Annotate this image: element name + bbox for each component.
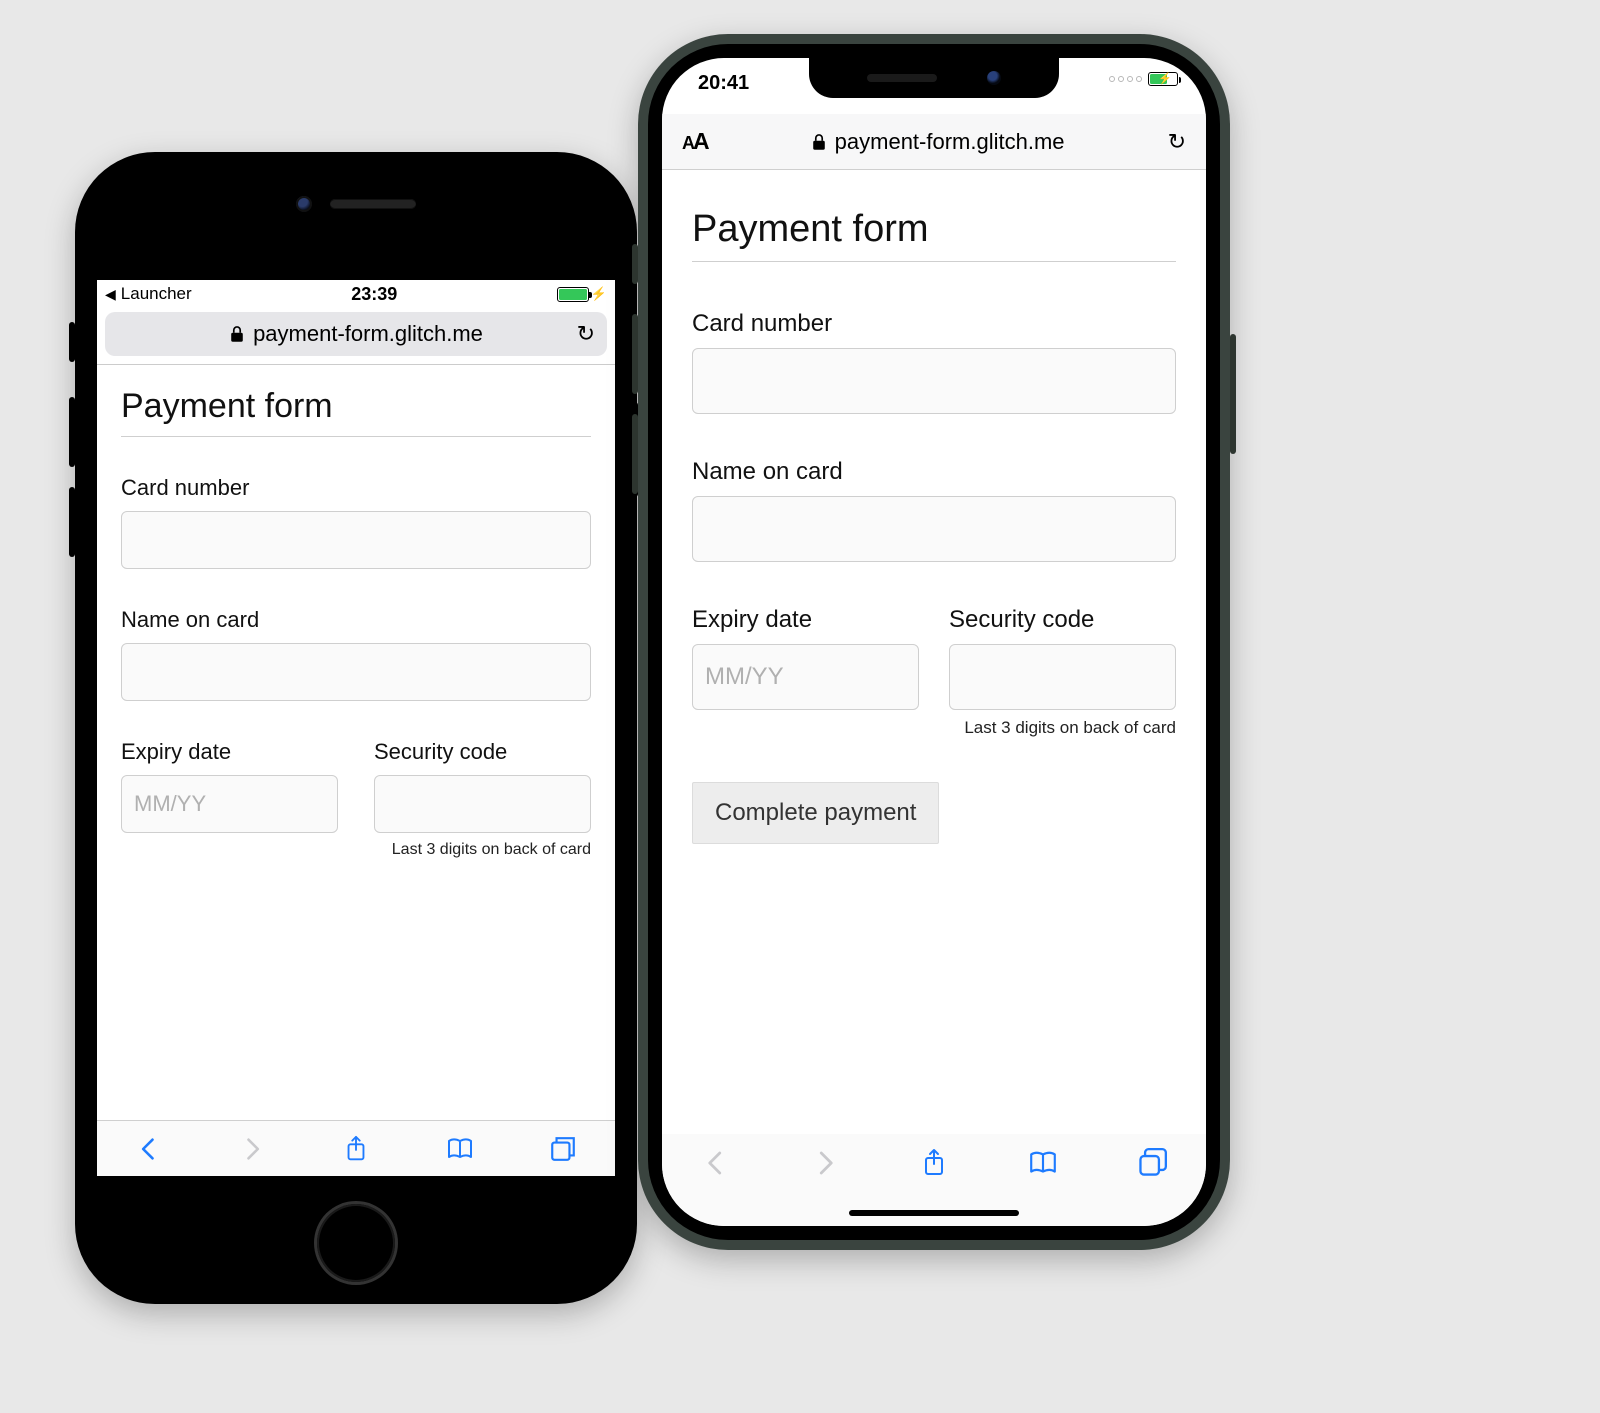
security-code-label: Security code [949,606,1176,634]
name-on-card-input[interactable] [692,496,1176,562]
reader-text-size-button[interactable]: AA [682,128,708,155]
chevron-left-icon: ◀ [105,286,116,303]
safari-toolbar [97,1120,615,1176]
title-divider [692,261,1176,262]
back-to-app[interactable]: ◀ Launcher [105,284,192,304]
safari-toolbar [662,1134,1206,1226]
home-button[interactable] [317,1204,395,1282]
front-camera-icon [296,196,312,212]
share-button[interactable] [342,1135,370,1163]
security-code-label: Security code [374,739,591,765]
status-bar: ◀ Launcher 23:39 ⚡ [97,280,615,308]
name-group: Name on card [121,607,591,701]
security-code-hint: Last 3 digits on back of card [121,841,591,859]
top-sensor-cluster [296,196,416,212]
reload-icon[interactable]: ↻ [1168,129,1186,155]
bookmarks-button[interactable] [1028,1148,1058,1183]
name-on-card-label: Name on card [121,607,591,633]
lock-icon [229,325,245,343]
page-content: Payment form Card number Name on card Ex… [662,170,1206,844]
iphone-11-device: 20:41 ⚡ AA payment-form.glitch.me [638,34,1230,1250]
earpiece-speaker [867,74,937,82]
url-bar[interactable]: AA payment-form.glitch.me ↻ [662,114,1206,170]
back-button[interactable] [701,1148,731,1183]
earpiece-speaker [330,199,416,209]
chevron-left-icon [701,1148,731,1178]
volume-up-button [69,397,75,467]
volume-down-button [632,414,638,494]
name-on-card-input[interactable] [121,643,591,701]
expiry-cvc-row: Expiry date Security code Last 3 digits … [692,606,1176,738]
tabs-button[interactable] [549,1135,577,1163]
mute-switch [632,244,638,284]
security-code-input[interactable] [374,775,591,833]
forward-button[interactable] [238,1135,266,1163]
card-number-input[interactable] [692,348,1176,414]
screen: 20:41 ⚡ AA payment-form.glitch.me [662,58,1206,1226]
page-title: Payment form [121,387,591,426]
page-title: Payment form [692,208,1176,251]
reload-icon[interactable]: ↻ [577,321,595,347]
expiry-date-label: Expiry date [121,739,338,765]
expiry-date-input[interactable] [121,775,338,833]
page-content: Payment form Card number Name on card Ex… [97,365,615,859]
tabs-button[interactable] [1137,1148,1167,1183]
chevron-left-icon [135,1135,163,1163]
lock-icon [811,133,827,151]
chevron-right-icon [238,1135,266,1163]
cellular-signal-icon [1109,76,1142,82]
name-on-card-label: Name on card [692,458,1176,486]
complete-payment-button[interactable]: Complete payment [692,782,939,844]
card-number-label: Card number [692,310,1176,338]
forward-button[interactable] [810,1148,840,1183]
share-button[interactable] [919,1148,949,1183]
url-text: payment-form.glitch.me [253,321,483,347]
battery-icon: ⚡ [1148,72,1178,86]
expiry-date-label: Expiry date [692,606,919,634]
mute-switch [69,322,75,362]
book-icon [1028,1148,1058,1178]
name-group: Name on card [692,458,1176,562]
card-number-group: Card number [692,310,1176,414]
tabs-icon [549,1135,577,1163]
home-indicator[interactable] [849,1210,1019,1216]
share-icon [919,1148,949,1178]
charging-bolt-icon: ⚡ [1158,72,1172,85]
expiry-date-input[interactable] [692,644,919,710]
expiry-cvc-row: Expiry date Security code Last 3 digits … [121,739,591,859]
power-button [1230,334,1236,454]
title-divider [121,436,591,437]
battery-icon [557,287,589,302]
url-text: payment-form.glitch.me [835,129,1065,155]
back-button[interactable] [135,1135,163,1163]
volume-down-button [69,487,75,557]
chevron-right-icon [810,1148,840,1178]
screen: ◀ Launcher 23:39 ⚡ payment-form.glitch.m… [97,280,615,1176]
volume-up-button [632,314,638,394]
charging-bolt-icon: ⚡ [591,286,607,302]
card-number-input[interactable] [121,511,591,569]
security-code-hint: Last 3 digits on back of card [692,718,1176,738]
card-number-group: Card number [121,475,591,569]
bookmarks-button[interactable] [446,1135,474,1163]
tabs-icon [1137,1148,1167,1178]
card-number-label: Card number [121,475,591,501]
back-app-label: Launcher [121,284,192,304]
clock: 23:39 [351,284,397,305]
iphone-7-device: ◀ Launcher 23:39 ⚡ payment-form.glitch.m… [75,152,637,1304]
notch [809,58,1059,98]
clock: 20:41 [698,72,749,95]
book-icon [446,1135,474,1163]
url-bar[interactable]: payment-form.glitch.me ↻ [105,312,607,356]
security-code-input[interactable] [949,644,1176,710]
front-camera-icon [987,71,1001,85]
share-icon [342,1135,370,1163]
